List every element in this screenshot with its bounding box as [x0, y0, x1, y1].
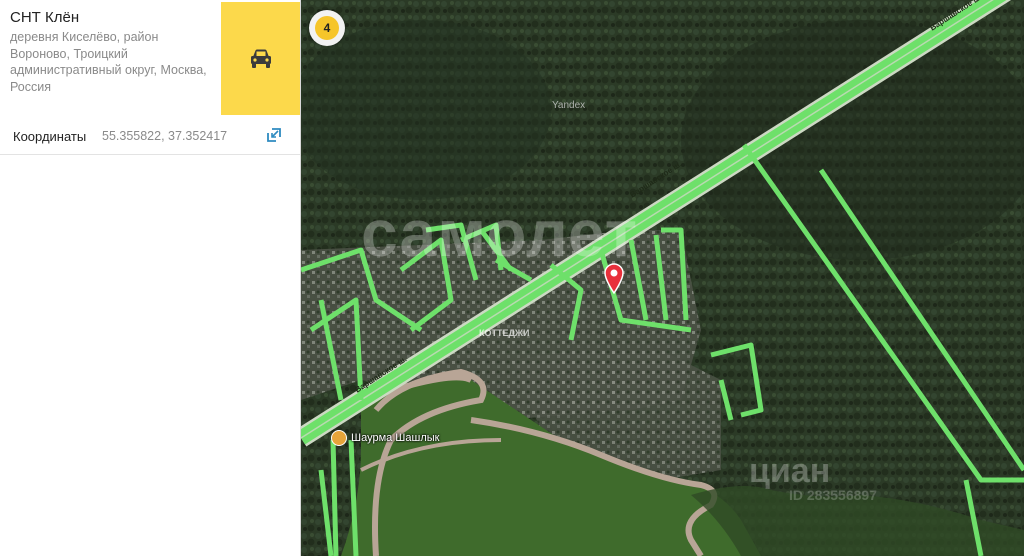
map-provider-label: Yandex: [552, 100, 586, 111]
coordinates-label: Координаты: [13, 129, 87, 144]
route-by-car-button[interactable]: [221, 2, 300, 115]
poi-shawarma[interactable]: Шаурма Шашлык: [331, 430, 439, 446]
coordinates-value[interactable]: 55.355822, 37.352417: [102, 129, 227, 143]
coordinates-row: Координаты 55.355822, 37.352417: [0, 123, 300, 155]
place-address: деревня Киселёво, район Вороново, Троицк…: [10, 30, 207, 94]
place-info-panel: СНТ Клён деревня Киселёво, район Воронов…: [0, 0, 301, 556]
watermark-samolet: самолет: [361, 196, 639, 270]
place-title: СНТ Клён: [10, 9, 80, 26]
watermark-cian: циан: [749, 452, 831, 490]
satellite-map[interactable]: Варшавское ш. Варшавское ш. Варшавское ш…: [301, 0, 1024, 556]
watermark-cian-id: ID 283556897: [789, 487, 877, 503]
traffic-level-button[interactable]: 4: [309, 10, 345, 46]
satellite-imagery: [301, 0, 1024, 556]
car-icon: [250, 49, 271, 68]
copy-coordinates-icon[interactable]: [266, 127, 284, 145]
location-pin-icon[interactable]: [603, 262, 625, 299]
traffic-level-value: 4: [315, 16, 339, 40]
watermark-samolet-sub: КОТТЕДЖИ: [479, 328, 530, 338]
food-icon: [331, 430, 347, 446]
poi-label: Шаурма Шашлык: [351, 432, 440, 444]
